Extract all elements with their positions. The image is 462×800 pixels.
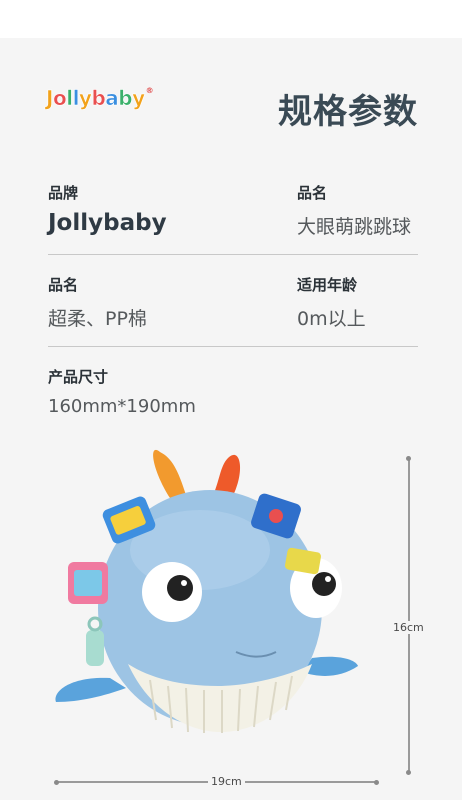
product-name-label: 品名 <box>297 184 328 202</box>
size-label: 产品尺寸 <box>48 368 109 386</box>
height-dimension-line <box>408 459 410 772</box>
whale-plush-image <box>55 449 358 733</box>
dimension-end-dot <box>406 456 411 461</box>
divider <box>48 346 418 347</box>
brand-logo-text: Jollybaby <box>46 86 146 111</box>
logo-letter: a <box>105 86 119 111</box>
material-value: 超柔、PP棉 <box>48 308 147 330</box>
brand-label: 品牌 <box>48 184 79 202</box>
brand-value: Jollybaby <box>48 210 167 236</box>
logo-letter: y <box>132 86 146 111</box>
dimension-end-dot <box>374 780 379 785</box>
orange-tuft <box>153 449 186 498</box>
age-label: 适用年龄 <box>297 276 358 294</box>
teether <box>86 630 104 666</box>
registered-mark-icon: ® <box>145 86 154 95</box>
logo-letter: b <box>118 86 133 111</box>
dimension-end-dot <box>54 780 59 785</box>
height-label: 16cm <box>390 621 427 634</box>
width-label: 19cm <box>208 775 245 788</box>
age-value: 0m以上 <box>297 308 366 330</box>
logo-letter: J <box>46 86 54 111</box>
left-fin <box>55 677 126 702</box>
logo-letter: o <box>52 86 67 111</box>
divider <box>48 254 418 255</box>
logo-letter: b <box>91 86 106 111</box>
brand-logo: Jollybaby® <box>46 86 154 111</box>
page-title: 规格参数 <box>278 92 418 132</box>
logo-letter: y <box>78 86 93 111</box>
product-name-value: 大眼萌跳跳球 <box>297 216 412 238</box>
material-label: 品名 <box>48 276 79 294</box>
dimension-end-dot <box>406 770 411 775</box>
size-value: 160mm*190mm <box>48 396 196 417</box>
